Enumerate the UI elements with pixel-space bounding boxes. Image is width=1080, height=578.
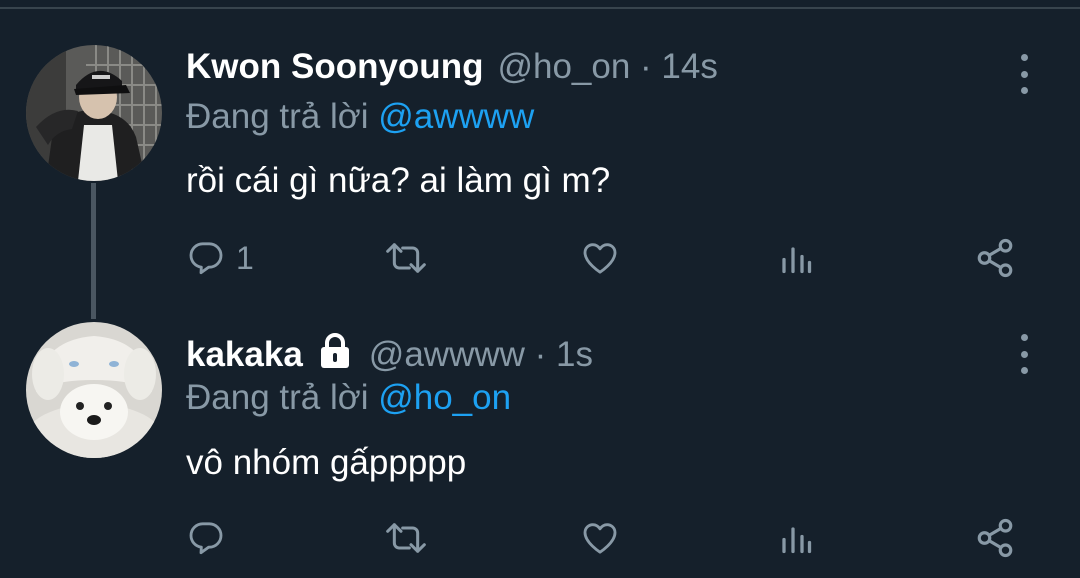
like-button[interactable] [579, 234, 621, 282]
replying-to-label: Đang trả lời [186, 378, 369, 417]
analytics-icon [782, 527, 812, 554]
share-icon [977, 518, 1013, 558]
replying-to: Đang trả lời @ho_on [186, 378, 511, 418]
avatar[interactable] [26, 45, 162, 181]
replying-to: Đang trả lời @awwww [186, 97, 534, 137]
avatar-photo-person [26, 45, 162, 181]
reply-button[interactable] [186, 514, 236, 562]
handle-and-time[interactable]: @awwww · 1s [369, 335, 593, 375]
display-name[interactable]: kakaka [186, 335, 303, 375]
heart-icon [583, 523, 617, 554]
analytics-button[interactable] [778, 234, 814, 282]
heart-icon [583, 243, 617, 274]
share-icon [977, 238, 1013, 278]
divider [0, 7, 1080, 9]
more-vertical-icon[interactable] [1012, 334, 1036, 374]
replying-to-label: Đang trả lời [186, 97, 369, 136]
retweet-button[interactable] [384, 234, 428, 282]
avatar-photo-dog [26, 322, 162, 458]
tweet-header: Kwon Soonyoung @ho_on · 14s [186, 47, 718, 87]
analytics-button[interactable] [778, 514, 814, 562]
reply-icon [189, 242, 223, 275]
tweet-thread: Kwon Soonyoung @ho_on · 14s Đang trả lời… [0, 0, 1080, 578]
tweet-text: vô nhóm gấppppp [186, 443, 467, 482]
reply-icon [189, 522, 223, 555]
reply-button[interactable]: 1 [186, 234, 254, 282]
tweet-actions: 1 [186, 234, 1046, 282]
thread-connector-line [91, 183, 96, 319]
analytics-icon [782, 247, 812, 274]
tweet-actions [186, 514, 1046, 562]
more-vertical-icon[interactable] [1012, 54, 1036, 94]
avatar[interactable] [26, 322, 162, 458]
retweet-icon [386, 523, 426, 553]
mention-link[interactable]: @awwww [378, 97, 534, 136]
mention-link[interactable]: @ho_on [378, 378, 511, 417]
reply-count: 1 [236, 239, 254, 276]
tweet-text: rồi cái gì nữa? ai làm gì m? [186, 161, 611, 200]
share-button[interactable] [974, 514, 1016, 562]
share-button[interactable] [974, 234, 1016, 282]
retweet-icon [386, 243, 426, 273]
lock-icon [315, 332, 355, 375]
tweet-header: kakaka @awwww · 1s [186, 328, 593, 375]
display-name[interactable]: Kwon Soonyoung [186, 47, 483, 87]
handle-and-time[interactable]: @ho_on · 14s [497, 47, 717, 87]
retweet-button[interactable] [384, 514, 428, 562]
like-button[interactable] [579, 514, 621, 562]
